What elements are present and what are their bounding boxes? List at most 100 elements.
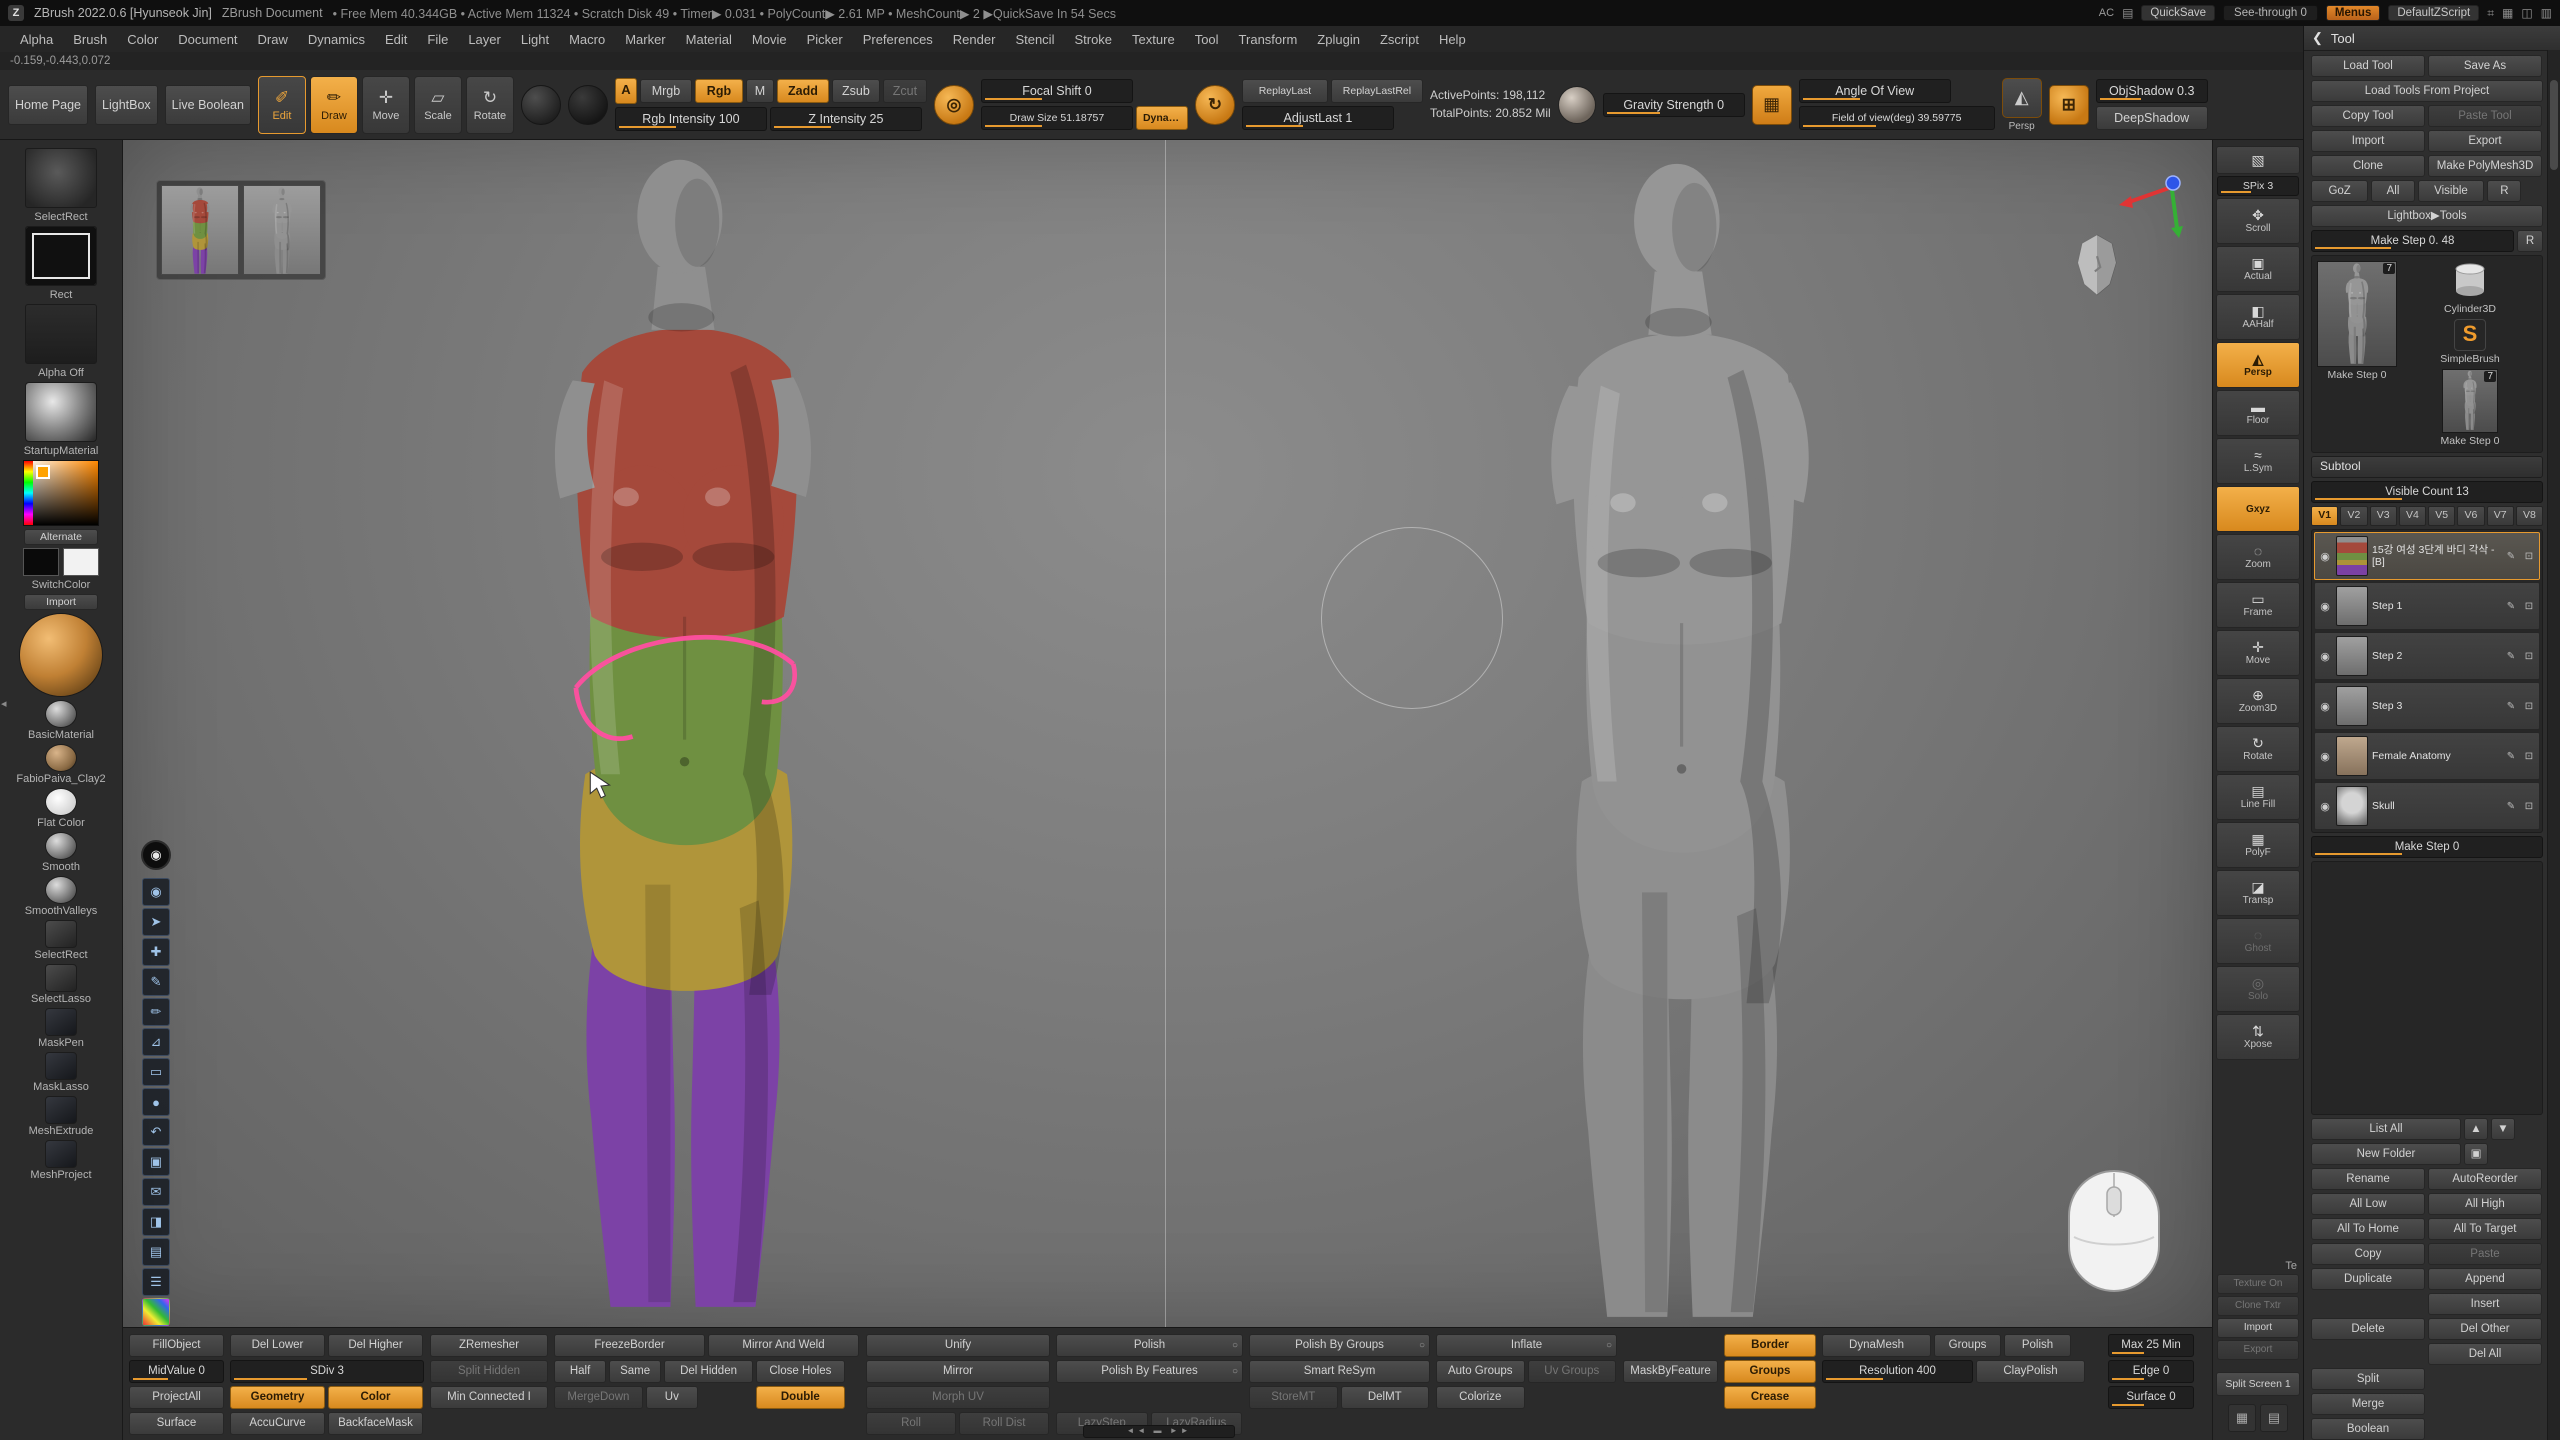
quicksave-button[interactable]: QuickSave [2141, 5, 2215, 21]
zadd-button[interactable]: Zadd [777, 79, 829, 103]
menu-item[interactable]: Movie [742, 29, 797, 50]
tool-button[interactable]: R [2487, 180, 2521, 202]
tool-button[interactable]: Clone [2311, 155, 2425, 177]
window-split-icon[interactable]: ◫ [2521, 6, 2532, 20]
subtool-action-button[interactable]: Paste [2428, 1243, 2542, 1265]
bottom-button[interactable]: Surface [129, 1412, 224, 1435]
subtool-paint-icon[interactable]: ⊡ [2522, 751, 2536, 762]
menu-item[interactable]: Light [511, 29, 559, 50]
subtool-make-step-row[interactable]: Make Step 0 [2311, 836, 2543, 858]
overlay-tool-icon[interactable]: ↶ [142, 1118, 170, 1146]
menu-item[interactable]: Help [1429, 29, 1476, 50]
overlay-tool-icon[interactable]: ➤ [142, 908, 170, 936]
overlay-tool-icon[interactable]: ⊿ [142, 1028, 170, 1056]
rgb-intensity-slider[interactable]: Rgb Intensity 100 [615, 107, 767, 131]
rail-button[interactable]: ✥ Scroll [2216, 198, 2300, 244]
quick-item[interactable]: MeshProject [2, 1140, 120, 1181]
rail-button[interactable]: ▭ Frame [2216, 582, 2300, 628]
gravity-icon[interactable] [1558, 86, 1596, 124]
menu-item[interactable]: Layer [458, 29, 511, 50]
subtool-action-button[interactable]: Delete [2311, 1318, 2425, 1340]
subtool-brush-icon[interactable]: ✎ [2504, 801, 2518, 812]
quick-item[interactable]: MaskLasso [2, 1052, 120, 1093]
tool-button[interactable]: Load Tool [2311, 55, 2425, 77]
quick-item[interactable]: BasicMaterial [2, 700, 120, 741]
grid-icon[interactable]: ▦ [2228, 1404, 2256, 1432]
adjust-last-slider[interactable]: AdjustLast 1 [1242, 106, 1394, 130]
recent-thumbnails-panel[interactable] [156, 180, 326, 280]
zcut-button[interactable]: Zcut [883, 79, 927, 103]
quick-item[interactable]: FabioPaiva_Clay2 [2, 744, 120, 785]
bottom-button[interactable]: Crease [1724, 1386, 1816, 1409]
bottom-button[interactable]: Same [609, 1360, 661, 1383]
subtool-action-button[interactable]: Append [2428, 1268, 2542, 1290]
tool-button[interactable]: Load Tools From Project [2311, 80, 2543, 102]
zsub-button[interactable]: Zsub [832, 79, 880, 103]
subtool-row[interactable]: ◉ Female Anatomy ✎ ⊡ [2314, 732, 2540, 780]
subtool-row[interactable]: ◉ 15강 여성 3단계 바디 각삭 - [B] ✎ ⊡ [2314, 532, 2540, 580]
subtool-action-button[interactable]: Duplicate [2311, 1268, 2425, 1290]
stroke-picker-icon[interactable] [521, 85, 561, 125]
bottom-button[interactable]: Split Hidden [430, 1360, 548, 1383]
focal-shift-slider[interactable]: Focal Shift 0 [981, 79, 1133, 103]
bottom-button[interactable]: ProjectAll [129, 1386, 224, 1409]
bottom-button[interactable]: Polish [1056, 1334, 1243, 1357]
m-button[interactable]: M [746, 79, 774, 103]
menu-item[interactable]: Draw [248, 29, 298, 50]
rail-button[interactable]: Gxyz [2216, 486, 2300, 532]
bottom-button[interactable]: ClayPolish [1976, 1360, 2085, 1383]
eye-indicator-icon[interactable]: ◉ [141, 840, 171, 870]
quick-item[interactable]: MaskPen [2, 1008, 120, 1049]
bottom-button[interactable]: Edge 0 [2108, 1360, 2194, 1383]
replay-last-rel-button[interactable]: ReplayLastRel [1331, 79, 1423, 103]
overlay-tool-icon[interactable] [142, 1298, 170, 1326]
visibility-eye-icon[interactable]: ◉ [2318, 750, 2332, 763]
bottom-button[interactable]: Max 25 Min [2108, 1334, 2194, 1357]
bottom-button[interactable]: Del Hidden [664, 1360, 753, 1383]
current-brush-thumbnail[interactable] [25, 148, 97, 208]
obj-shadow-slider[interactable]: ObjShadow 0.3 [2096, 79, 2208, 103]
current-tool-thumbnail[interactable]: 7 [2317, 261, 2397, 367]
bottom-button[interactable]: Colorize [1436, 1386, 1525, 1409]
menu-item[interactable]: Marker [615, 29, 675, 50]
replay-icon[interactable]: ↻ [1195, 85, 1235, 125]
subtool-action-button[interactable]: All To Target [2428, 1218, 2542, 1240]
bottom-button[interactable]: Min Connected I [430, 1386, 548, 1409]
bottom-button[interactable]: Geometry [230, 1386, 325, 1409]
obj-shadow-icon[interactable]: ⊞ [2049, 85, 2089, 125]
overlay-tool-icon[interactable]: ◉ [142, 878, 170, 906]
rail-button[interactable]: ◌ Zoom [2216, 534, 2300, 580]
bpr-render-icon[interactable]: ▧ [2216, 146, 2300, 174]
tool-button[interactable]: Import [2311, 130, 2425, 152]
bottom-button[interactable]: MergeDown [554, 1386, 643, 1409]
bottom-button[interactable]: Border [1724, 1334, 1816, 1357]
overlay-tool-icon[interactable]: ✚ [142, 938, 170, 966]
subtool-action-button[interactable]: Del Other [2428, 1318, 2542, 1340]
bottom-button[interactable]: FreezeBorder [554, 1334, 705, 1357]
subtool-action-button[interactable]: Boolean [2311, 1418, 2425, 1440]
tool-button[interactable]: Save As [2428, 55, 2542, 77]
bottom-button[interactable]: Resolution 400 [1822, 1360, 1973, 1383]
bottom-button[interactable]: Roll [866, 1412, 956, 1435]
lightbox-button[interactable]: LightBox [95, 85, 158, 125]
subtool-row[interactable]: ◉ Skull ✎ ⊡ [2314, 782, 2540, 830]
bottom-button[interactable]: ZRemesher [430, 1334, 548, 1357]
angle-of-view-icon[interactable]: ▦ [1752, 85, 1792, 125]
subtool-action-button[interactable]: All Low [2311, 1193, 2425, 1215]
overlay-tool-icon[interactable]: ✉ [142, 1178, 170, 1206]
quick-item[interactable]: Flat Color [2, 788, 120, 829]
recent-thumbnail[interactable] [243, 185, 321, 275]
color-a-chip[interactable]: A [615, 78, 637, 104]
mrgb-button[interactable]: Mrgb [640, 79, 692, 103]
overlay-tool-icon[interactable]: ✏ [142, 998, 170, 1026]
subtool-section-header[interactable]: Subtool [2311, 456, 2543, 478]
scrollbar-thumb[interactable] [2550, 80, 2558, 170]
subtool-action-button[interactable]: AutoReorder [2428, 1168, 2542, 1190]
rail-button[interactable]: ✛ Move [2216, 630, 2300, 676]
z-intensity-slider[interactable]: Z Intensity 25 [770, 107, 922, 131]
bottom-button[interactable]: Del Lower [230, 1334, 325, 1357]
deep-shadow-button[interactable]: DeepShadow [2096, 106, 2208, 130]
bottom-button[interactable]: Double [756, 1386, 845, 1409]
tool-button[interactable]: Visible [2418, 180, 2485, 202]
menu-item[interactable]: Material [676, 29, 742, 50]
